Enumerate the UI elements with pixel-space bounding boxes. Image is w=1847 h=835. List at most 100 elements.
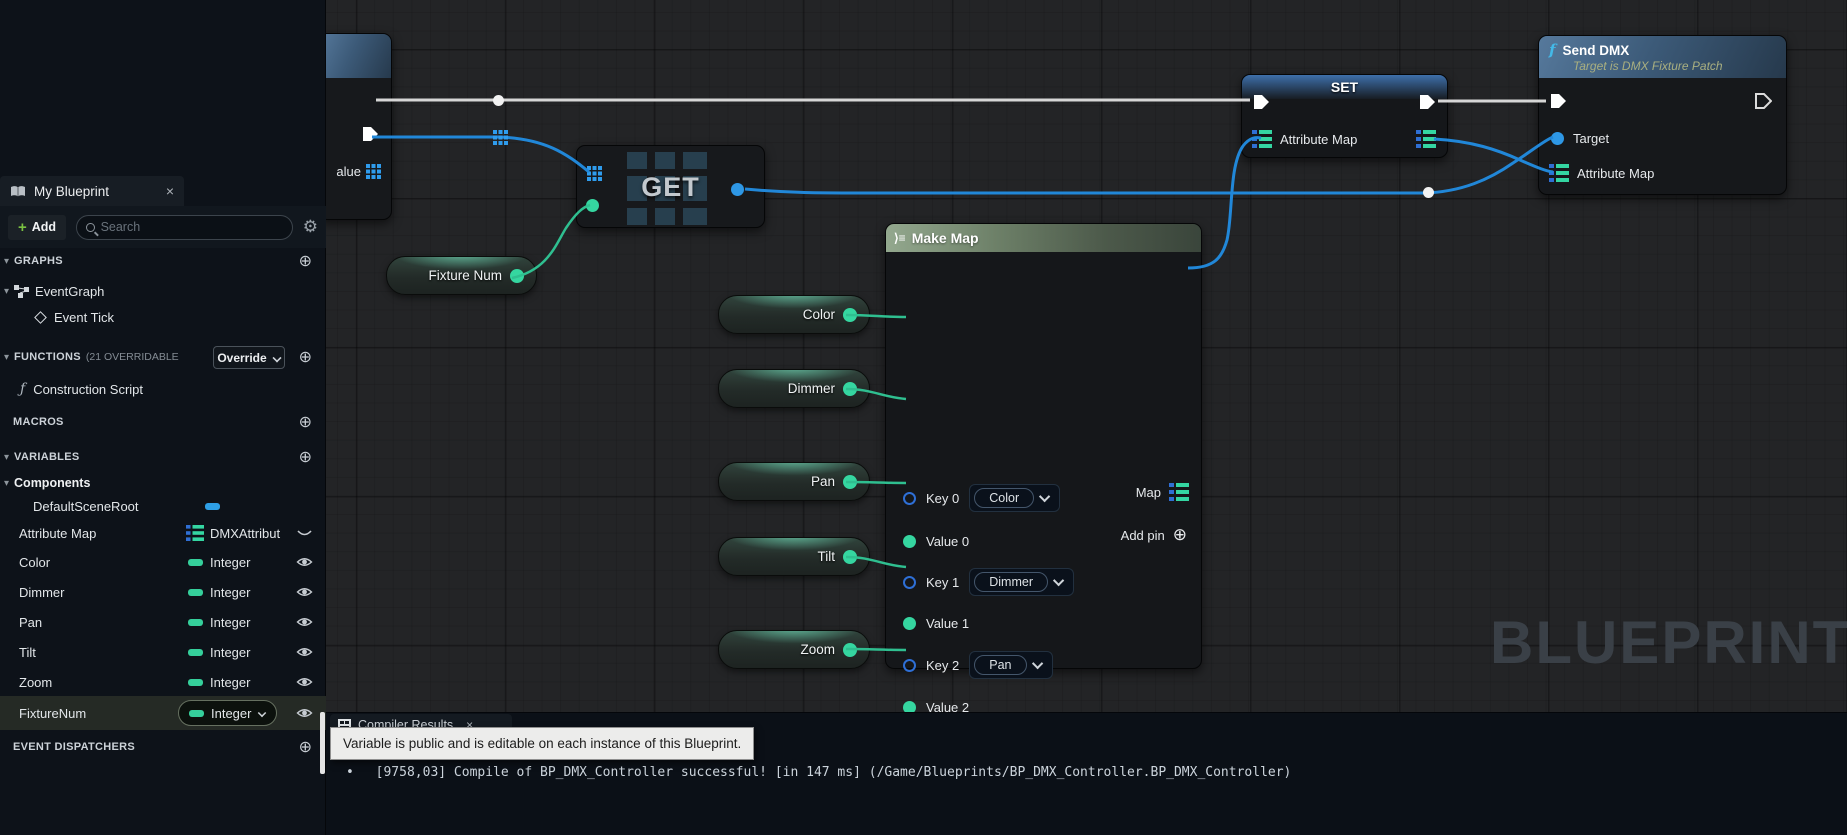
variable-name: Pan	[19, 615, 42, 630]
eye-icon[interactable]	[296, 676, 313, 688]
value-pin[interactable]	[903, 617, 916, 630]
exec-in-pin[interactable]	[1253, 94, 1270, 110]
collapse-icon[interactable]: ▾	[4, 286, 9, 297]
collapse-icon[interactable]: ▾	[4, 452, 9, 463]
int-out-pin[interactable]	[843, 550, 857, 564]
exec-in-pin[interactable]	[1550, 93, 1567, 109]
int-out-pin[interactable]	[843, 308, 857, 322]
array-get-node[interactable]: GET	[576, 145, 765, 228]
variable-type-dropdown[interactable]: Integer	[178, 700, 277, 726]
set-attribute-map-node[interactable]: SET Attribute Map	[1241, 74, 1448, 158]
search-box[interactable]	[76, 215, 293, 240]
eye-icon[interactable]	[296, 707, 313, 719]
variable-row-tilt[interactable]: Tilt Integer	[0, 640, 326, 664]
array-reroute-knot[interactable]	[493, 130, 508, 145]
search-input[interactable]	[101, 220, 283, 234]
closed-eye-icon[interactable]	[296, 527, 313, 539]
compiler-log-line: • [9758,03] Compile of BP_DMX_Controller…	[346, 765, 1291, 780]
get-zoom-node[interactable]: Zoom	[718, 630, 870, 669]
variable-row-pan[interactable]: Pan Integer	[0, 610, 326, 634]
add-pin-icon[interactable]: ⊕	[1173, 525, 1187, 545]
get-color-node[interactable]: Color	[718, 295, 870, 334]
variable-row-defaultsceneroot[interactable]: DefaultSceneRoot	[0, 495, 326, 517]
int-out-pin[interactable]	[843, 382, 857, 396]
collapse-icon[interactable]: ▾	[4, 352, 9, 363]
eye-icon[interactable]	[296, 586, 313, 598]
variable-row-zoom[interactable]: Zoom Integer	[0, 670, 326, 694]
make-map-node[interactable]: ⟩≡ Make Map Map Add pin ⊕ Key 0 Color Va…	[885, 223, 1202, 669]
add-graph-icon[interactable]: ⊕	[299, 251, 312, 271]
target-in-pin[interactable]	[1551, 132, 1564, 145]
get-dimmer-node[interactable]: Dimmer	[718, 369, 870, 408]
attr-map-label: Attribute Map	[1577, 166, 1654, 181]
eye-icon[interactable]	[296, 556, 313, 568]
variable-row-dimmer[interactable]: Dimmer Integer	[0, 580, 326, 604]
variable-type: Integer	[210, 645, 250, 660]
section-label: MACROS	[13, 416, 64, 428]
exec-out-pin[interactable]	[1755, 93, 1772, 109]
add-function-icon[interactable]: ⊕	[299, 347, 312, 367]
add-button[interactable]: + Add	[8, 215, 66, 240]
get-pan-node[interactable]: Pan	[718, 462, 870, 501]
collapse-icon[interactable]: ▾	[4, 478, 9, 489]
sidebar-item-event-tick[interactable]: Event Tick	[0, 307, 326, 327]
map-out-pin[interactable]	[1416, 130, 1436, 148]
send-dmx-node[interactable]: f Send DMX Target is DMX Fixture Patch T…	[1538, 35, 1787, 195]
variable-name: Attribute Map	[19, 526, 96, 541]
index-in-pin[interactable]	[586, 199, 599, 212]
add-macro-icon[interactable]: ⊕	[299, 412, 312, 432]
sidebar-item-construction-script[interactable]: ƒ Construction Script	[0, 379, 326, 399]
array-in-pin[interactable]	[587, 166, 602, 181]
collapse-icon[interactable]: ▾	[4, 256, 9, 267]
variable-row-color[interactable]: Color Integer	[0, 550, 326, 574]
key2-value: Pan	[974, 655, 1026, 675]
eye-icon[interactable]	[296, 646, 313, 658]
get-tilt-node[interactable]: Tilt	[718, 537, 870, 576]
override-label: Override	[217, 351, 266, 365]
key0-dropdown[interactable]: Color	[969, 484, 1060, 512]
exec-out-pin[interactable]	[362, 126, 379, 142]
sidebar-item-eventgraph[interactable]: ▾ EventGraph	[0, 281, 326, 301]
element-out-pin[interactable]	[731, 183, 744, 196]
foreach-loop-node-partial[interactable]: alue	[318, 33, 392, 220]
int-out-pin[interactable]	[843, 475, 857, 489]
key2-dropdown[interactable]: Pan	[969, 651, 1052, 679]
map-in-pin[interactable]	[1252, 130, 1272, 148]
int-out-pin[interactable]	[510, 269, 524, 283]
exec-out-pin[interactable]	[1419, 94, 1436, 110]
object-reroute-knot[interactable]	[1423, 187, 1434, 198]
function-icon: f	[1549, 41, 1555, 59]
add-variable-icon[interactable]: ⊕	[299, 447, 312, 467]
key-pin[interactable]	[903, 659, 916, 672]
section-event-dispatchers[interactable]: EVENT DISPATCHERS ⊕	[0, 737, 326, 757]
key-pin[interactable]	[903, 576, 916, 589]
sidebar-scrollbar[interactable]	[320, 712, 325, 774]
variable-row-attribute-map[interactable]: Attribute Map DMXAttribut	[0, 521, 326, 545]
construction-script-icon: ƒ	[20, 381, 25, 397]
gear-icon[interactable]: ⚙	[303, 217, 318, 237]
override-dropdown[interactable]: Override	[213, 346, 285, 369]
key-label: Key 2	[926, 658, 959, 673]
key1-dropdown[interactable]: Dimmer	[969, 568, 1074, 596]
exec-reroute-knot[interactable]	[493, 95, 504, 106]
variable-type: Integer	[211, 706, 251, 721]
add-dispatcher-icon[interactable]: ⊕	[299, 737, 312, 757]
eye-icon[interactable]	[296, 616, 313, 628]
get-fixture-num-node[interactable]: Fixture Num	[386, 256, 537, 295]
pill-label: Fixture Num	[428, 268, 502, 283]
section-variables[interactable]: ▾ VARIABLES ⊕	[0, 447, 326, 467]
variable-row-fixturenum-selected[interactable]: FixtureNum Integer	[0, 696, 326, 730]
map-out-pin[interactable]	[1169, 483, 1189, 501]
section-graphs[interactable]: ▾ GRAPHS ⊕	[0, 251, 326, 271]
category-components[interactable]: ▾ Components	[0, 473, 326, 493]
value-pin[interactable]	[903, 535, 916, 548]
key-pin[interactable]	[903, 492, 916, 505]
map-in-pin[interactable]	[1549, 164, 1569, 182]
tab-my-blueprint[interactable]: My Blueprint ×	[0, 176, 184, 206]
int-out-pin[interactable]	[843, 643, 857, 657]
make-map-header: ⟩≡ Make Map	[886, 224, 1201, 252]
section-macros[interactable]: MACROS ⊕	[0, 412, 326, 432]
close-icon[interactable]: ×	[166, 183, 174, 199]
category-label: Components	[14, 476, 90, 490]
array-pin[interactable]	[366, 164, 381, 179]
